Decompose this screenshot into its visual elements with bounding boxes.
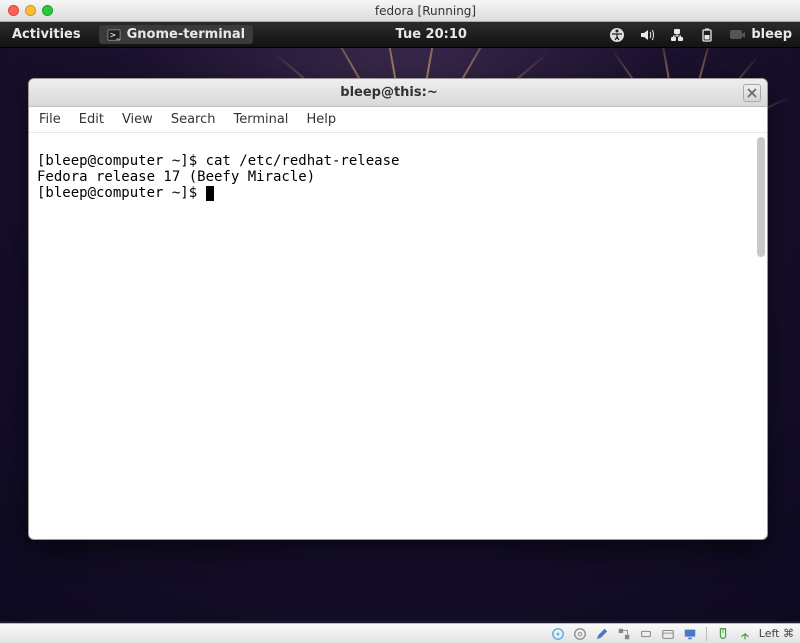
terminal-body[interactable]: [bleep@computer ~]$ cat /etc/redhat-rele… (29, 133, 767, 539)
terminal-window: bleep@this:~ File Edit View Search Termi… (28, 78, 768, 540)
window-controls (8, 5, 53, 16)
host-status-bar: Left ⌘ (0, 623, 800, 643)
terminal-title: bleep@this:~ (35, 85, 743, 100)
current-app-indicator[interactable]: >_ Gnome-terminal (99, 25, 254, 44)
desktop-wallpaper: bleep@this:~ File Edit View Search Termi… (0, 48, 800, 621)
user-menu[interactable]: bleep (729, 27, 792, 43)
close-icon[interactable] (8, 5, 19, 16)
host-window-title: fedora [Running] (59, 4, 792, 18)
host-key-label: Left ⌘ (759, 627, 794, 640)
system-tray: bleep (609, 27, 792, 43)
user-name-label: bleep (751, 27, 792, 42)
menu-file[interactable]: File (39, 112, 61, 127)
vb-hdd-icon[interactable] (550, 626, 566, 642)
vb-cd-icon[interactable] (572, 626, 588, 642)
scrollbar[interactable] (757, 137, 765, 535)
gnome-top-bar: Activities >_ Gnome-terminal Tue 20:10 b… (0, 22, 800, 48)
menu-search[interactable]: Search (171, 112, 216, 127)
terminal-line: [bleep@computer ~]$ cat /etc/redhat-rele… (37, 153, 399, 169)
app-name-label: Gnome-terminal (127, 27, 246, 42)
vb-keyboard-icon[interactable] (737, 626, 753, 642)
zoom-icon[interactable] (42, 5, 53, 16)
vb-pen-icon[interactable] (594, 626, 610, 642)
vb-network-icon[interactable] (616, 626, 632, 642)
host-titlebar: fedora [Running] (0, 0, 800, 22)
menu-help[interactable]: Help (306, 112, 336, 127)
accessibility-icon[interactable] (609, 27, 625, 43)
clock-label[interactable]: Tue 20:10 (396, 27, 467, 42)
menu-view[interactable]: View (122, 112, 153, 127)
vb-shared-icon[interactable] (660, 626, 676, 642)
cursor-icon (206, 186, 214, 201)
vb-usb-icon[interactable] (638, 626, 654, 642)
menu-terminal[interactable]: Terminal (233, 112, 288, 127)
vb-display-icon[interactable] (682, 626, 698, 642)
battery-icon[interactable] (699, 27, 715, 43)
terminal-titlebar[interactable]: bleep@this:~ (29, 79, 767, 107)
terminal-line: Fedora release 17 (Beefy Miracle) (37, 169, 315, 185)
terminal-menubar: File Edit View Search Terminal Help (29, 107, 767, 133)
terminal-icon: >_ (107, 28, 121, 42)
vb-mouse-icon[interactable] (715, 626, 731, 642)
menu-edit[interactable]: Edit (79, 112, 104, 127)
minimize-icon[interactable] (25, 5, 36, 16)
scrollbar-thumb[interactable] (757, 137, 765, 257)
close-icon (747, 88, 757, 98)
activities-button[interactable]: Activities (8, 25, 85, 44)
svg-text:>_: >_ (109, 30, 120, 39)
terminal-close-button[interactable] (743, 84, 761, 102)
terminal-prompt: [bleep@computer ~]$ (37, 185, 206, 201)
host-key-indicator[interactable]: Left ⌘ (759, 627, 794, 640)
user-status-icon (729, 27, 745, 43)
network-icon[interactable] (669, 27, 685, 43)
volume-icon[interactable] (639, 27, 655, 43)
